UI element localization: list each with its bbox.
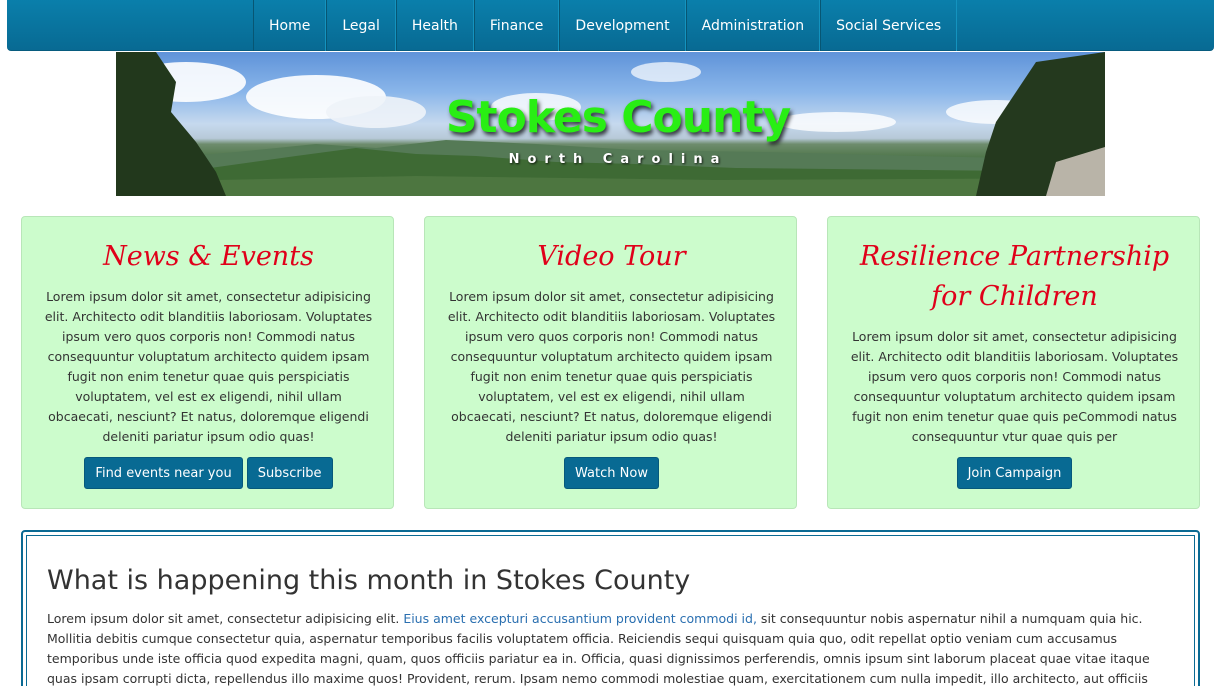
card-video-tour: Video Tour Lorem ipsum dolor sit amet, c…: [424, 216, 797, 509]
month-section-heading: What is happening this month in Stokes C…: [47, 565, 691, 596]
card-title: Video Tour: [537, 241, 686, 272]
card-title: News & Events: [103, 241, 314, 272]
nav-menu: Home Legal Health Finance Development Ad…: [253, 0, 958, 51]
header-banner: Stokes County North Carolina: [116, 52, 1105, 196]
card-buttons: Watch Now: [425, 457, 798, 489]
banner-title: Stokes County: [445, 92, 791, 143]
nav-item-legal[interactable]: Legal: [326, 0, 396, 51]
nav-item-social-services[interactable]: Social Services: [820, 0, 958, 51]
top-navbar: Home Legal Health Finance Development Ad…: [7, 0, 1214, 51]
card-resilience-partnership: Resilience Partnership for Children Lore…: [827, 216, 1200, 509]
month-inline-link[interactable]: Eius amet excepturi accusantium providen…: [403, 611, 757, 626]
nav-item-home[interactable]: Home: [253, 0, 327, 51]
card-title: Resilience Partnership for Children: [859, 241, 1170, 312]
watch-now-button[interactable]: Watch Now: [564, 457, 659, 489]
card-news-events: News & Events Lorem ipsum dolor sit amet…: [21, 216, 394, 509]
card-buttons: Find events near you Subscribe: [22, 457, 395, 489]
join-campaign-button[interactable]: Join Campaign: [956, 457, 1073, 489]
banner-subtitle: North Carolina: [508, 152, 728, 167]
nav-item-administration[interactable]: Administration: [685, 0, 821, 51]
month-section-text: Lorem ipsum dolor sit amet, consectetur …: [47, 609, 1177, 686]
card-text: Lorem ipsum dolor sit amet, consectetur …: [447, 289, 776, 444]
card-text: Lorem ipsum dolor sit amet, consectetur …: [44, 289, 373, 444]
card-buttons: Join Campaign: [828, 457, 1201, 489]
nav-item-health[interactable]: Health: [395, 0, 474, 51]
nav-item-finance[interactable]: Finance: [473, 0, 560, 51]
find-events-button[interactable]: Find events near you: [84, 457, 243, 489]
nav-item-development[interactable]: Development: [559, 0, 686, 51]
card-text: Lorem ipsum dolor sit amet, consectetur …: [850, 329, 1179, 444]
month-events-panel: What is happening this month in Stokes C…: [21, 530, 1200, 686]
subscribe-button[interactable]: Subscribe: [246, 457, 333, 489]
month-text-intro: Lorem ipsum dolor sit amet, consectetur …: [47, 611, 404, 626]
